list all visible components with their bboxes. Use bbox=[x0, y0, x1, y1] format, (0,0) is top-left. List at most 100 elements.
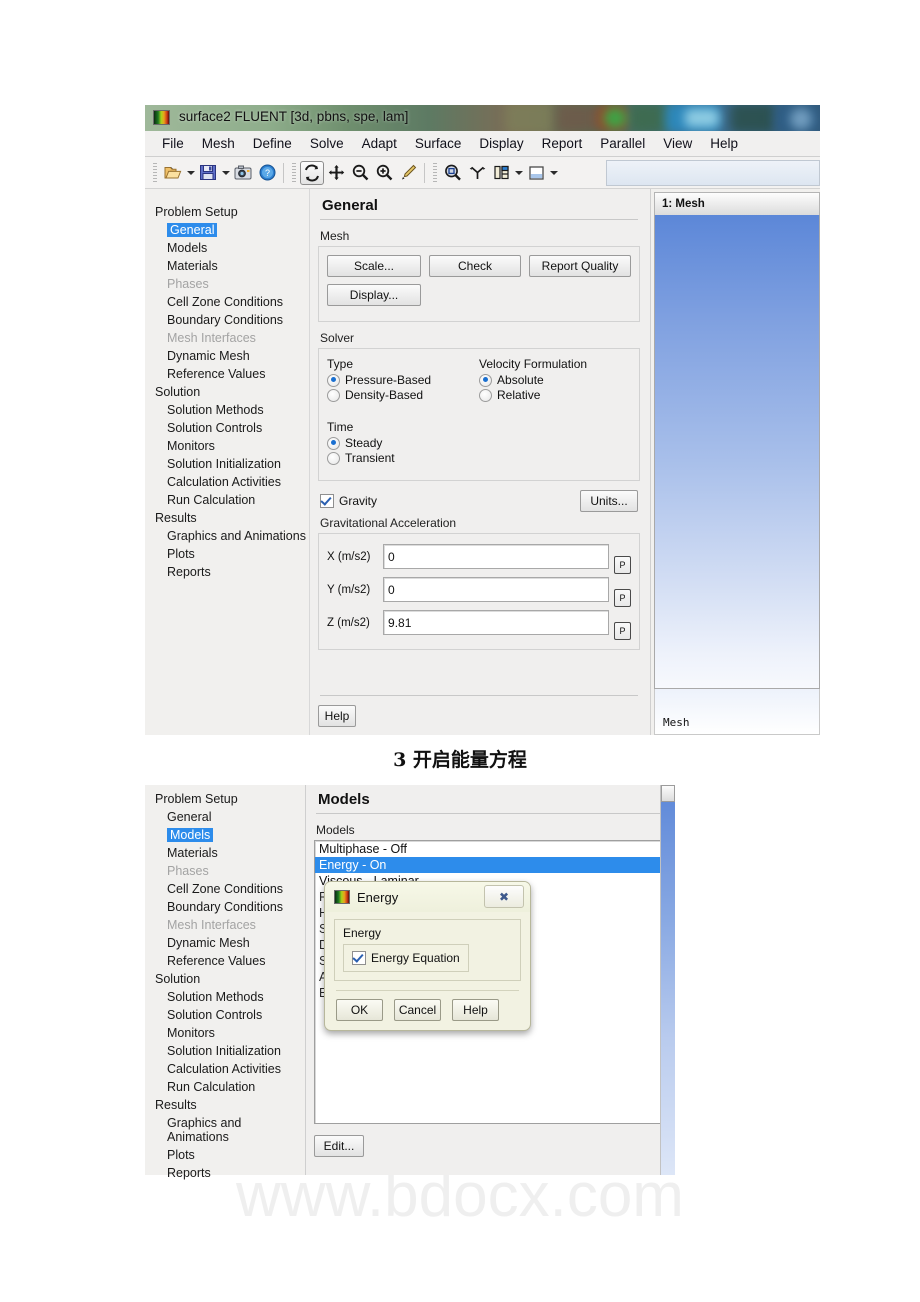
axis-icon[interactable] bbox=[466, 162, 488, 184]
scale-button[interactable]: Scale... bbox=[327, 255, 422, 277]
open-folder-icon[interactable] bbox=[162, 162, 184, 184]
radio-relative[interactable]: Relative bbox=[479, 388, 631, 402]
tree-item-monitors[interactable]: Monitors bbox=[145, 437, 309, 455]
tree-item-calculation-activities[interactable]: Calculation Activities bbox=[145, 473, 309, 491]
tree-item-run-calculation[interactable]: Run Calculation bbox=[145, 491, 309, 509]
graphics-canvas[interactable] bbox=[654, 215, 820, 689]
help-button[interactable]: Help bbox=[318, 705, 357, 727]
tree-item-general[interactable]: General bbox=[145, 808, 305, 826]
check-button[interactable]: Check bbox=[429, 255, 522, 277]
tree-item-dynamic-mesh[interactable]: Dynamic Mesh bbox=[145, 934, 305, 952]
report-quality-button[interactable]: Report Quality bbox=[529, 255, 632, 277]
zoom-region-icon[interactable] bbox=[442, 162, 464, 184]
grid-icon[interactable] bbox=[490, 162, 512, 184]
close-icon[interactable]: ✖ bbox=[484, 885, 524, 908]
edit-button[interactable]: Edit... bbox=[314, 1135, 364, 1157]
tree-item-solution-initialization[interactable]: Solution Initialization bbox=[145, 1042, 305, 1060]
tree-item-dynamic-mesh[interactable]: Dynamic Mesh bbox=[145, 347, 309, 365]
rotate-icon[interactable] bbox=[300, 160, 324, 185]
dialog-title: Energy bbox=[357, 889, 399, 905]
tree-item-plots[interactable]: Plots bbox=[145, 545, 309, 563]
tree-item-solution-controls[interactable]: Solution Controls bbox=[145, 1006, 305, 1024]
toolbar-grip[interactable] bbox=[153, 163, 157, 182]
menu-define[interactable]: Define bbox=[244, 134, 301, 153]
toolbar-empty-field[interactable] bbox=[606, 160, 820, 186]
help-circle-icon[interactable]: ? bbox=[256, 162, 278, 184]
gravity-checkbox[interactable]: Gravity bbox=[320, 494, 377, 508]
menu-display[interactable]: Display bbox=[470, 134, 532, 153]
menu-mesh[interactable]: Mesh bbox=[193, 134, 244, 153]
cancel-button[interactable]: Cancel bbox=[394, 999, 441, 1021]
z-accel-unit-button[interactable]: P bbox=[614, 622, 632, 640]
pan-icon[interactable] bbox=[325, 162, 347, 184]
menu-file[interactable]: File bbox=[153, 134, 193, 153]
solver-type-column: Type Pressure-Based Density-Based bbox=[327, 357, 479, 403]
radio-transient[interactable]: Transient bbox=[327, 451, 631, 465]
y-accel-input[interactable]: 0 bbox=[383, 577, 610, 602]
x-accel-unit-button[interactable]: P bbox=[614, 556, 632, 574]
y-accel-unit-button[interactable]: P bbox=[614, 589, 632, 607]
menu-solve[interactable]: Solve bbox=[301, 134, 353, 153]
display-button[interactable]: Display... bbox=[327, 284, 422, 306]
tree-item-reference-values[interactable]: Reference Values bbox=[145, 365, 309, 383]
tree-item-graphics-and-animations[interactable]: Graphics and Animations bbox=[145, 527, 309, 545]
tree-item-cell-zone-conditions[interactable]: Cell Zone Conditions bbox=[145, 293, 309, 311]
camera-icon[interactable] bbox=[232, 162, 254, 184]
dropdown-caret-icon[interactable] bbox=[513, 162, 524, 184]
ok-button[interactable]: OK bbox=[336, 999, 383, 1021]
tree-item-solution-methods[interactable]: Solution Methods bbox=[145, 401, 309, 419]
menu-view[interactable]: View bbox=[654, 134, 701, 153]
help-button[interactable]: Help bbox=[452, 999, 499, 1021]
menu-help[interactable]: Help bbox=[701, 134, 747, 153]
menu-parallel[interactable]: Parallel bbox=[591, 134, 654, 153]
units-button[interactable]: Units... bbox=[580, 490, 639, 512]
toolbar-grip[interactable] bbox=[433, 163, 437, 182]
tree-item-plots[interactable]: Plots bbox=[145, 1146, 305, 1164]
tree-item-reports[interactable]: Reports bbox=[145, 563, 309, 581]
checkbox-check-icon bbox=[320, 494, 335, 508]
viewport-icon[interactable] bbox=[525, 162, 547, 184]
z-accel-input[interactable]: 9.81 bbox=[383, 610, 610, 635]
menu-report[interactable]: Report bbox=[533, 134, 592, 153]
zoom-in-icon[interactable] bbox=[373, 162, 395, 184]
tree-item-models[interactable]: Models bbox=[145, 826, 305, 844]
tree-item-run-calculation[interactable]: Run Calculation bbox=[145, 1078, 305, 1096]
tree-item-graphics-and-animations[interactable]: Graphics and Animations bbox=[145, 1114, 305, 1146]
radio-pressure-based[interactable]: Pressure-Based bbox=[327, 373, 479, 387]
tree-item-calculation-activities[interactable]: Calculation Activities bbox=[145, 1060, 305, 1078]
list-item[interactable]: Multiphase - Off bbox=[315, 841, 666, 857]
x-accel-input[interactable]: 0 bbox=[383, 544, 610, 569]
tree-item-materials[interactable]: Materials bbox=[145, 257, 309, 275]
radio-density-based[interactable]: Density-Based bbox=[327, 388, 479, 402]
fluent-window-models: Problem Setup General Models Materials P… bbox=[145, 785, 675, 1180]
save-disk-icon[interactable] bbox=[197, 162, 219, 184]
tree-item-cell-zone-conditions[interactable]: Cell Zone Conditions bbox=[145, 880, 305, 898]
tree-item-models[interactable]: Models bbox=[145, 239, 309, 257]
radio-steady[interactable]: Steady bbox=[327, 436, 631, 450]
tree-item-monitors[interactable]: Monitors bbox=[145, 1024, 305, 1042]
tree-item-boundary-conditions[interactable]: Boundary Conditions bbox=[145, 898, 305, 916]
toolbar-grip[interactable] bbox=[292, 163, 296, 182]
tree-item-boundary-conditions[interactable]: Boundary Conditions bbox=[145, 311, 309, 329]
scrollbar-thumb[interactable] bbox=[661, 785, 675, 802]
tree-item-solution-initialization[interactable]: Solution Initialization bbox=[145, 455, 309, 473]
tree-item-solution-controls[interactable]: Solution Controls bbox=[145, 419, 309, 437]
tree-item-reference-values[interactable]: Reference Values bbox=[145, 952, 305, 970]
tree-item-materials[interactable]: Materials bbox=[145, 844, 305, 862]
energy-equation-checkbox[interactable]: Energy Equation bbox=[352, 951, 460, 965]
radio-absolute[interactable]: Absolute bbox=[479, 373, 631, 387]
tree-item-solution-methods[interactable]: Solution Methods bbox=[145, 988, 305, 1006]
tree-item-general[interactable]: General bbox=[145, 221, 309, 239]
zoom-out-icon[interactable] bbox=[349, 162, 371, 184]
dropdown-caret-icon[interactable] bbox=[185, 162, 196, 184]
menu-surface[interactable]: Surface bbox=[406, 134, 471, 153]
menu-adapt[interactable]: Adapt bbox=[353, 134, 406, 153]
solver-section-label: Solver bbox=[320, 331, 355, 345]
dropdown-caret-icon[interactable] bbox=[548, 162, 559, 184]
graphics-tab-mesh[interactable]: 1: Mesh bbox=[654, 192, 820, 215]
list-item[interactable]: Energy - On bbox=[315, 857, 666, 873]
dropdown-caret-icon[interactable] bbox=[220, 162, 231, 184]
models-scrollbar[interactable] bbox=[660, 785, 675, 1175]
tree-item-reports[interactable]: Reports bbox=[145, 1164, 305, 1182]
probe-icon[interactable] bbox=[397, 162, 419, 184]
